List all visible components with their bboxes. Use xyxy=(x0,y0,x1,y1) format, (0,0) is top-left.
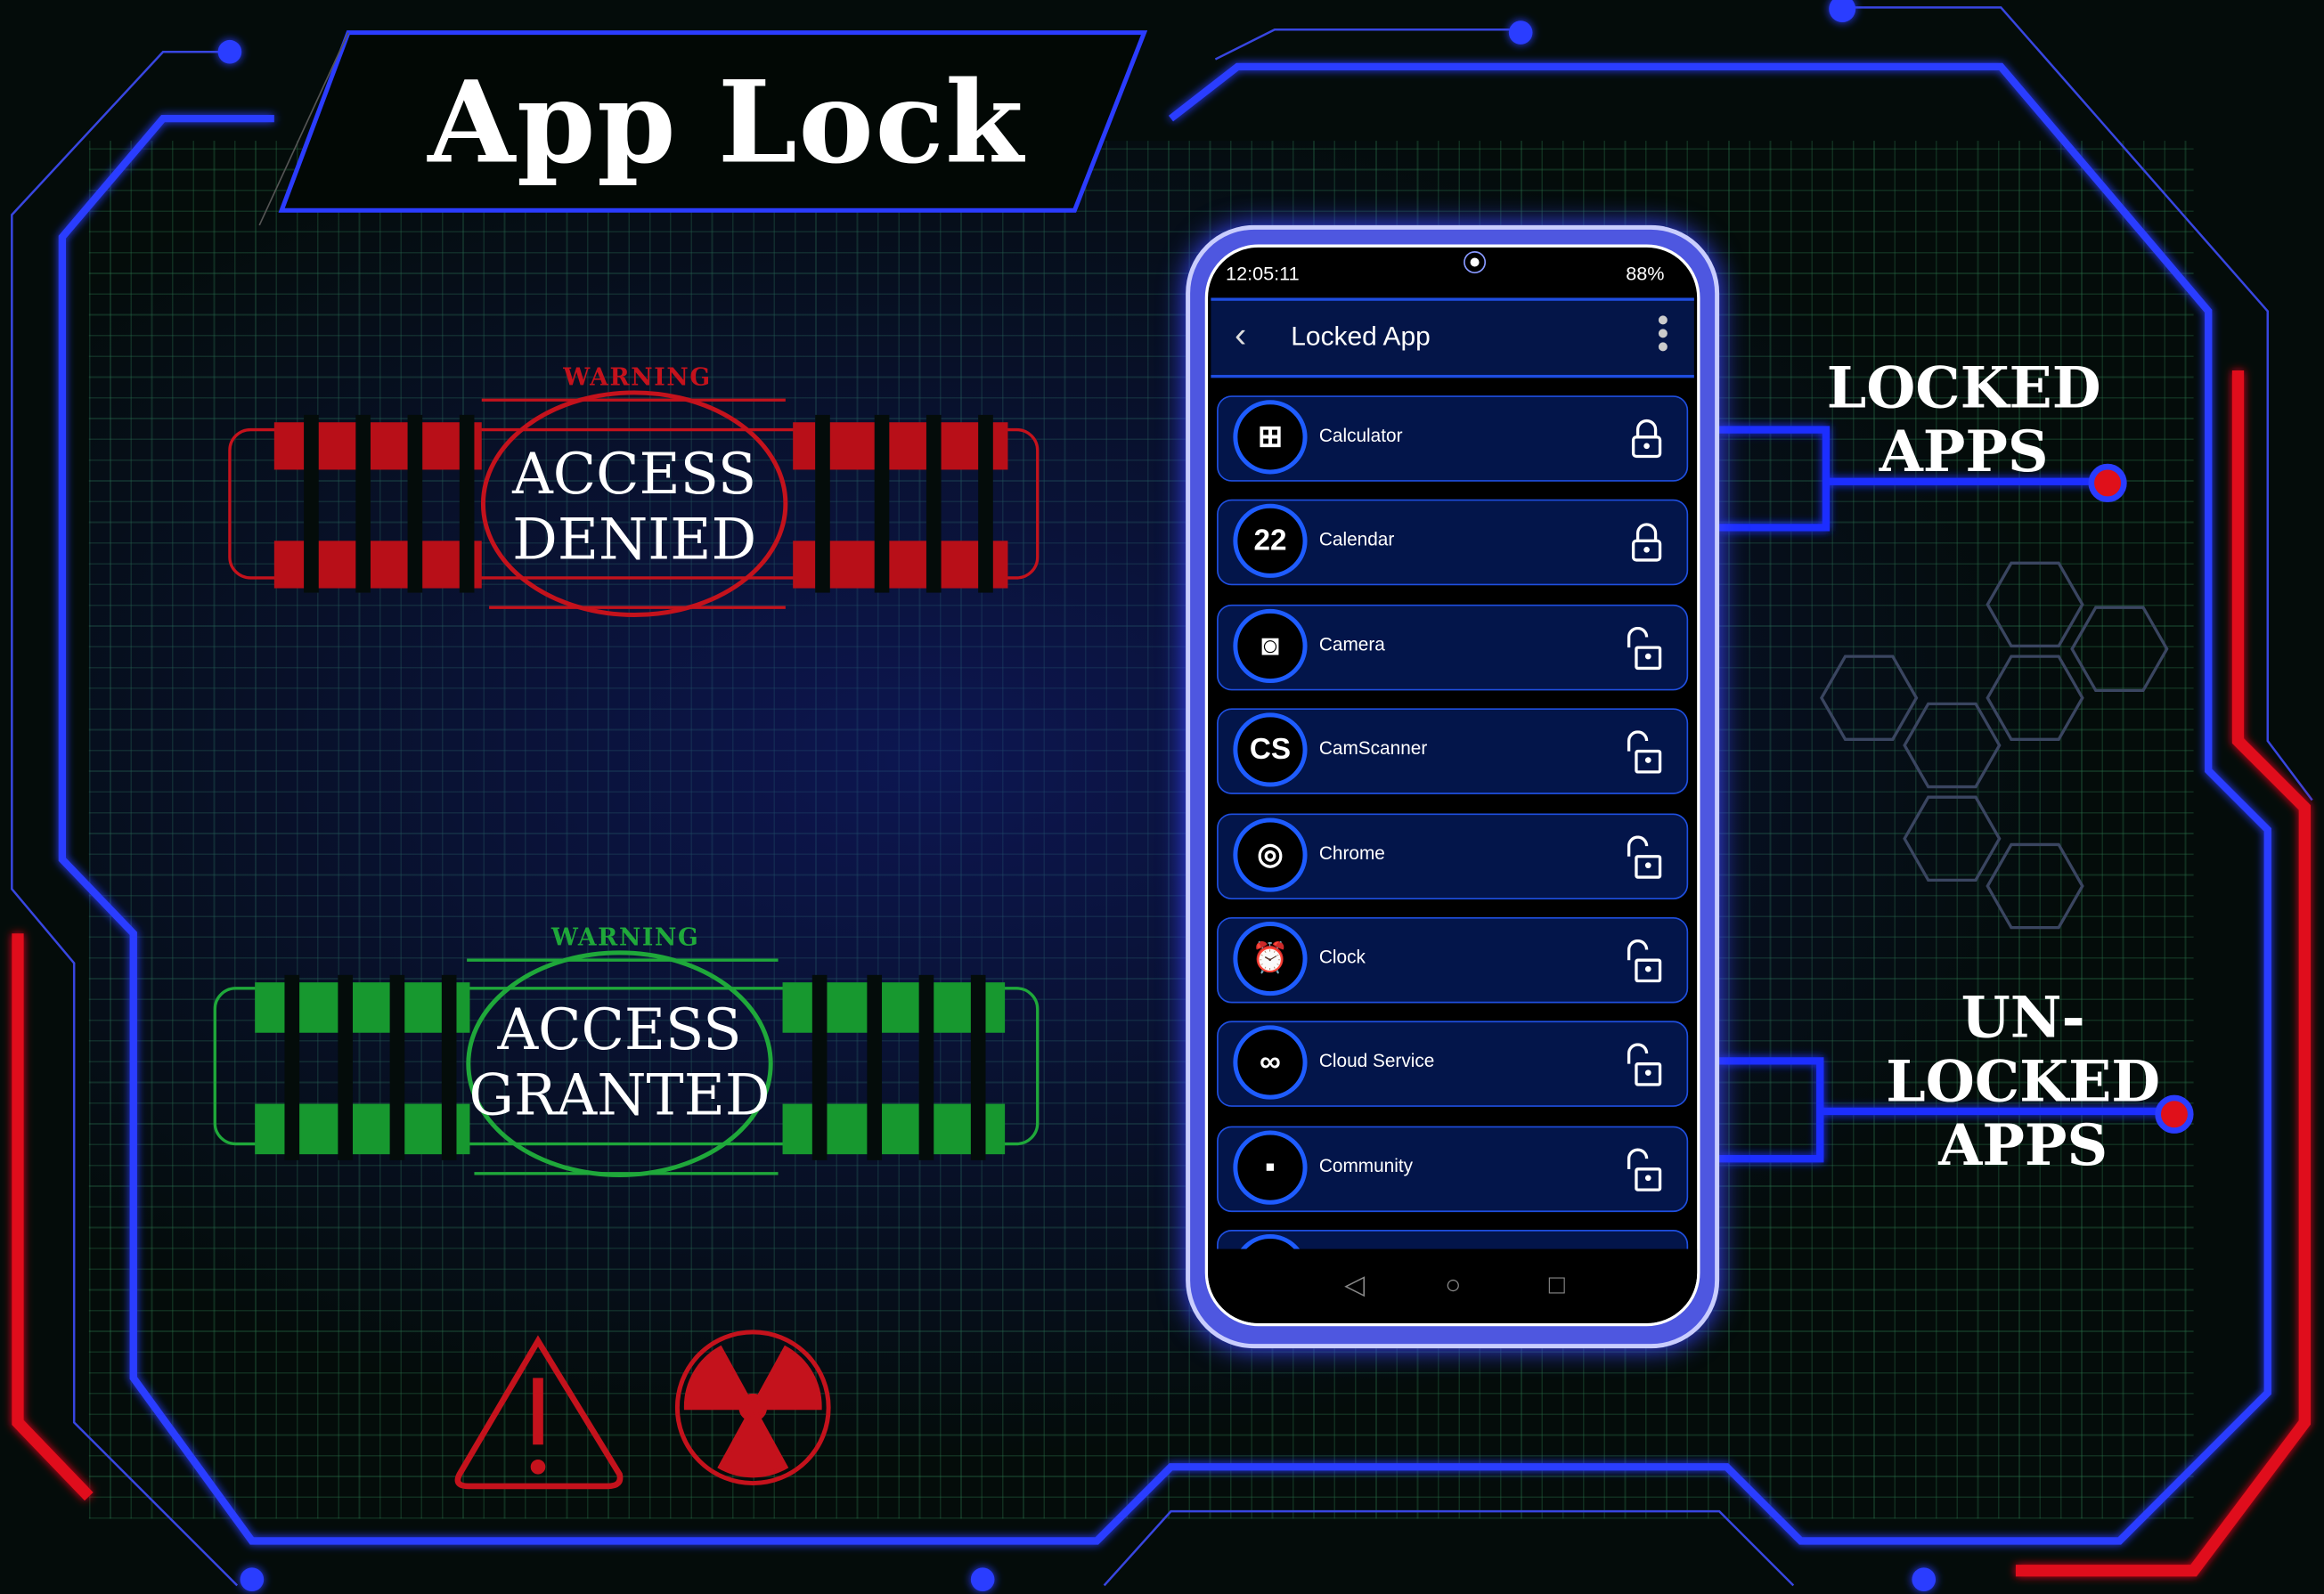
status-bar: 12:05:11 88% xyxy=(1208,248,1697,301)
denied-warning-label: WARNING xyxy=(563,362,712,392)
unlocked-label-line-1: UN-LOCKED xyxy=(1886,983,2161,1115)
neon-frame xyxy=(11,0,2313,1592)
app-row[interactable]: ◎ Chrome xyxy=(1217,812,1689,899)
app-name: Calculator xyxy=(1318,425,1403,446)
app-name: Calendar xyxy=(1318,529,1395,550)
app-row[interactable]: ⊞ Calculator xyxy=(1217,395,1689,482)
app-name: Community xyxy=(1318,1155,1414,1176)
lock-open-icon[interactable] xyxy=(1625,939,1663,991)
lock-open-icon[interactable] xyxy=(1625,1148,1663,1200)
app-bar: ‹ Locked App xyxy=(1211,297,1694,378)
app-bar-title: Locked App xyxy=(1291,321,1431,352)
radiation-icon xyxy=(674,1330,831,1486)
nav-home-icon[interactable]: ○ xyxy=(1445,1270,1461,1301)
app-name: Cloud Service xyxy=(1318,1051,1435,1072)
status-time: 12:05:11 xyxy=(1226,262,1300,285)
phone-screen: 12:05:11 88% ‹ Locked App ⊞ Calculator 22 C… xyxy=(1204,244,1700,1327)
lock-closed-icon[interactable] xyxy=(1630,418,1663,467)
granted-line-1: ACCESS xyxy=(497,996,742,1063)
app-name: CamScanner xyxy=(1318,737,1428,760)
lock-open-icon[interactable] xyxy=(1625,730,1663,783)
denied-line-1: ACCESS xyxy=(512,441,757,508)
camscanner-icon: CS xyxy=(1233,712,1308,787)
phone-mockup: 12:05:11 88% ‹ Locked App ⊞ Calculator 22 C… xyxy=(1186,224,1720,1349)
app-row[interactable]: ◙ Camera xyxy=(1217,604,1689,691)
chevron-left-icon[interactable]: ‹ xyxy=(1235,315,1246,357)
locked-label-line-1: LOCKED xyxy=(1826,354,2101,421)
app-row[interactable]: ⏰ Clock xyxy=(1217,916,1689,1004)
lock-open-icon[interactable] xyxy=(1625,1044,1663,1095)
page-title: App Lock xyxy=(428,56,1025,189)
locked-label-line-2: APPS xyxy=(1879,418,2049,485)
camera-icon: ◙ xyxy=(1233,608,1308,683)
hexagon-cluster xyxy=(1820,561,2169,930)
app-list[interactable]: ⊞ Calculator 22 Calendar ◙ Camera CS CamScanner… xyxy=(1208,386,1697,1249)
camera-notch xyxy=(1464,251,1487,273)
warning-triangle-icon xyxy=(454,1335,624,1490)
lock-open-icon[interactable] xyxy=(1625,834,1663,887)
app-lock-promo: App Lock WARNING ACCESS DENIED WARNING A… xyxy=(0,0,2324,1594)
app-name: Camera xyxy=(1318,633,1385,655)
nav-bar: ◁ ○ □ xyxy=(1208,1248,1698,1323)
app-row[interactable]: ∞ Cloud Service xyxy=(1217,1021,1689,1108)
access-granted-text: ACCESS GRANTED xyxy=(442,997,797,1127)
lock-closed-icon[interactable] xyxy=(1630,522,1663,571)
app-row[interactable]: CS CamScanner xyxy=(1217,708,1689,795)
app-row[interactable]: 22 Calendar xyxy=(1217,500,1689,586)
nav-back-icon[interactable]: ◁ xyxy=(1344,1270,1365,1301)
battery-level: 88% xyxy=(1626,262,1665,285)
app-name: Chrome xyxy=(1318,842,1385,864)
unlocked-apps-label: UN-LOCKED APPS xyxy=(1838,985,2208,1176)
app-row[interactable]: ▪ Community xyxy=(1217,1126,1689,1212)
community-icon: ▪ xyxy=(1233,1130,1308,1205)
app-name: Clock xyxy=(1318,947,1366,968)
alarm-clock-icon: ⏰ xyxy=(1233,921,1308,996)
denied-line-2: DENIED xyxy=(512,507,757,573)
granted-line-2: GRANTED xyxy=(469,1062,771,1128)
lock-open-icon[interactable] xyxy=(1625,626,1663,678)
granted-warning-label: WARNING xyxy=(550,923,700,952)
cloud-service-icon: ∞ xyxy=(1233,1026,1308,1101)
more-vertical-icon[interactable] xyxy=(1658,315,1668,355)
calculator-icon: ⊞ xyxy=(1233,400,1308,475)
unlocked-label-line-2: APPS xyxy=(1938,1110,2108,1178)
compass-icon: ✛ xyxy=(1233,1234,1308,1249)
nav-recents-icon[interactable]: □ xyxy=(1549,1270,1565,1301)
app-row[interactable]: ✛Compass xyxy=(1217,1230,1689,1249)
chrome-icon: ◎ xyxy=(1233,817,1308,891)
calendar-icon: 22 xyxy=(1233,504,1308,579)
access-denied-text: ACCESS DENIED xyxy=(471,442,797,572)
locked-apps-label: LOCKED APPS xyxy=(1815,355,2112,483)
